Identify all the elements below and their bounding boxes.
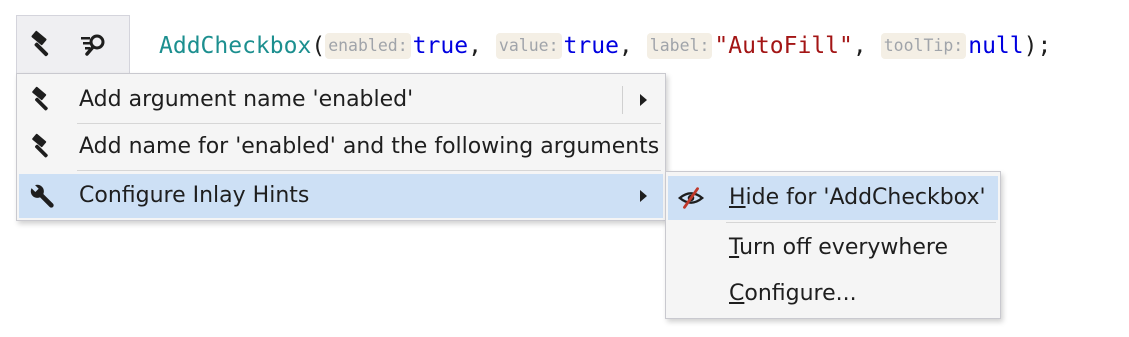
inlay-hint-search-icon[interactable] <box>77 28 111 62</box>
menu-item-label: Add name for 'enabled' and the following… <box>79 134 660 159</box>
arg-separator: , <box>618 33 633 59</box>
arg-value-label: "AutoFill" <box>714 33 853 59</box>
inlay-hint-tooltip[interactable]: toolTip: <box>880 33 967 59</box>
submenu-item-hide-for-method[interactable]: Hide for 'AddCheckbox' <box>668 176 998 220</box>
context-menu: Add argument name 'enabled' Add name for… <box>16 73 666 221</box>
arg-separator: , <box>468 33 482 59</box>
submenu-item-label: Hide for 'AddCheckbox' <box>729 185 986 210</box>
submenu-item-configure[interactable]: Configure... <box>668 272 998 316</box>
submenu-divider <box>622 86 623 114</box>
close-paren-semicolon: ); <box>1023 33 1052 59</box>
menu-divider <box>77 123 661 124</box>
arg-value-tooltip: null <box>968 33 1024 59</box>
hammer-icon <box>27 132 57 162</box>
arg-separator: , <box>852 33 867 59</box>
menu-divider <box>726 222 996 223</box>
submenu-arrow-icon[interactable] <box>640 190 647 202</box>
inlay-hint-label[interactable]: label: <box>646 33 713 59</box>
menu-item-label: Add argument name 'enabled' <box>79 87 414 112</box>
inlay-hints-submenu: Hide for 'AddCheckbox' Turn off everywhe… <box>665 171 1001 319</box>
wrench-icon <box>27 181 57 211</box>
menu-divider <box>77 170 661 171</box>
submenu-item-label: Configure... <box>729 281 857 306</box>
method-name: AddCheckbox <box>159 33 312 59</box>
menu-item-label: Configure Inlay Hints <box>79 183 310 208</box>
menu-item-add-names-following[interactable]: Add name for 'enabled' and the following… <box>19 125 663 169</box>
hammer-icon[interactable] <box>25 28 59 62</box>
submenu-item-turn-off-everywhere[interactable]: Turn off everywhere <box>668 226 998 270</box>
inlay-hint-value[interactable]: value: <box>495 33 562 59</box>
menu-item-configure-inlay-hints[interactable]: Configure Inlay Hints <box>19 174 663 218</box>
arg-value-value: true <box>563 33 619 59</box>
inlay-hint-enabled[interactable]: enabled: <box>325 33 411 59</box>
open-paren: ( <box>311 33 326 59</box>
submenu-item-label: Turn off everywhere <box>729 235 948 260</box>
action-toolbar <box>16 15 130 73</box>
hidden-eye-icon <box>676 183 706 213</box>
submenu-arrow-icon[interactable] <box>640 94 647 106</box>
arg-value-enabled: true <box>412 33 469 59</box>
code-line: AddCheckbox(enabled: true, value: true, labe… <box>159 29 1051 63</box>
menu-item-add-argument-name[interactable]: Add argument name 'enabled' <box>19 78 663 122</box>
hammer-icon <box>27 85 57 115</box>
